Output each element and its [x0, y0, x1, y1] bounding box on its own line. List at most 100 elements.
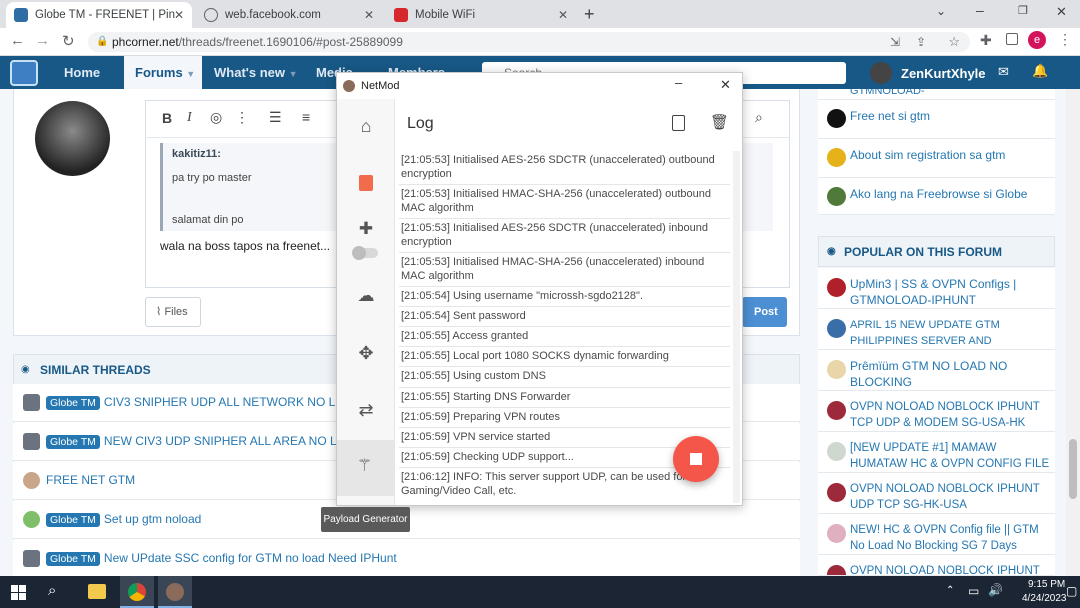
extensions-puzzle-icon[interactable]: ✚ — [980, 32, 992, 49]
restore-window-button[interactable]: ❐ — [1018, 4, 1028, 17]
nav-whats-new[interactable]: What's new ▼ — [214, 56, 298, 89]
attach-files-button[interactable]: ⌇ Files — [145, 297, 201, 327]
page-scrollbar[interactable] — [1066, 89, 1080, 576]
log-entry: [21:05:53] Initialised HMAC-SHA-256 (una… — [399, 253, 730, 287]
log-icon[interactable] — [345, 168, 387, 198]
copy-icon[interactable] — [672, 115, 685, 131]
collapse-icon[interactable]: ◉ — [21, 364, 30, 375]
move-arrows-icon[interactable]: ✥ — [345, 338, 387, 368]
sidebar-thread-title[interactable]: [NEW UPDATE #1] MAMAW HUMATAW HC & OVPN … — [850, 440, 1050, 472]
sidebar-popular-item[interactable]: Prêmïüm GTM NO LOAD NO BLOCKING — [818, 350, 1055, 391]
palette-icon[interactable]: ◎ — [210, 109, 222, 126]
sidebar-thread-title[interactable]: About sim registration sa gtm — [850, 147, 1050, 163]
sidebar-thread-title[interactable]: UpMin3 | SS & OVPN Configs | GTMNOLOAD-I… — [850, 276, 1050, 308]
page-scrollbar-thumb[interactable] — [1069, 439, 1077, 499]
log-scrollbar[interactable] — [733, 151, 740, 503]
home-icon[interactable]: ⌂ — [345, 111, 387, 141]
sidebar-thread-title[interactable]: GTMNOLOAD- — [850, 89, 1050, 99]
magic-wand-icon: ⚚ — [357, 456, 373, 475]
preview-icon[interactable]: ⌕ — [755, 109, 763, 126]
sidebar-latest-item[interactable]: About sim registration sa gtm — [818, 139, 1055, 178]
user-avatar[interactable] — [870, 62, 892, 84]
sidebar-popular-item[interactable]: [NEW UPDATE #1] MAMAW HUMATAW HC & OVPN … — [818, 432, 1055, 473]
inbox-icon[interactable]: ✉ — [998, 64, 1009, 80]
netmod-close-button[interactable]: ✕ — [720, 77, 731, 93]
taskbar-netmod[interactable] — [158, 576, 192, 608]
stop-vpn-button[interactable] — [673, 436, 719, 482]
cloud-icon[interactable]: ☁ — [345, 281, 387, 311]
sidebar-thread-title[interactable]: Free net si gtm — [850, 108, 1050, 124]
clock-time[interactable]: 9:15 PM — [1028, 579, 1065, 590]
similar-thread-row[interactable]: Globe TM New UPdate SSC config for GTM no… — [13, 540, 800, 578]
sidebar-popular-item[interactable]: UpMin3 | SS & OVPN Configs | GTMNOLOAD-I… — [818, 268, 1055, 309]
sidebar-thread-title[interactable]: OVPN NOLOAD NOBLOCK IPHUNT UDP TCP SG-HK… — [850, 481, 1050, 513]
network-icon[interactable]: ▭ — [968, 584, 979, 598]
thread-title[interactable]: NEW CIV3 UDP SNIPHER ALL AREA NO LOAD!! — [104, 434, 369, 448]
toggle-switch[interactable] — [345, 238, 387, 268]
profile-avatar[interactable]: e — [1028, 31, 1046, 49]
volume-icon[interactable]: 🔊 — [988, 583, 1003, 597]
thread-title[interactable]: Set up gtm noload — [104, 512, 201, 526]
popular-heading-title: POPULAR ON THIS FORUM — [844, 245, 1002, 259]
nav-forums[interactable]: Forums ▼ — [124, 56, 202, 89]
close-window-button[interactable]: ✕ — [1056, 4, 1067, 20]
sidebar-thread-title[interactable]: Prêmïüm GTM NO LOAD NO BLOCKING — [850, 358, 1050, 390]
list-icon[interactable]: ☰ — [269, 109, 282, 126]
share-icon[interactable]: ⇪ — [916, 32, 926, 52]
netmod-minimize-button[interactable]: – — [675, 75, 682, 90]
close-tab-icon[interactable]: ✕ — [174, 8, 184, 22]
clock-date[interactable]: 4/24/2023 — [1022, 593, 1067, 604]
italic-icon[interactable]: I — [187, 110, 192, 126]
bookmark-star-icon[interactable]: ☆ — [948, 32, 960, 52]
reload-icon[interactable]: ↻ — [62, 32, 75, 50]
sidebar-thread-title[interactable]: NEW! HC & OVPN Config file || GTM No Loa… — [850, 522, 1050, 554]
search-icon[interactable]: ⌕ — [48, 582, 56, 599]
side-panel-icon[interactable] — [1006, 33, 1018, 45]
more-options-icon[interactable]: ⋮ — [235, 109, 249, 126]
install-app-icon[interactable]: ⇲ — [890, 32, 900, 52]
reply-text[interactable]: wala na boss tapos na freenet... — [160, 239, 330, 253]
repeat-icon[interactable]: ⇄ — [345, 395, 387, 425]
address-bar[interactable]: 🔒 phcorner.net/threads/freenet.1690106/#… — [88, 32, 970, 52]
sidebar-popular-item[interactable]: NEW! HC & OVPN Config file || GTM No Loa… — [818, 514, 1055, 555]
collapse-icon[interactable]: ◉ — [827, 237, 836, 267]
close-tab-icon[interactable]: ✕ — [364, 8, 374, 22]
sidebar-thread-title[interactable]: OVPN NOLOAD NOBLOCK IPHUNT TCP UDP & MOD… — [850, 399, 1050, 431]
chrome-menu-icon[interactable]: ⋮ — [1058, 31, 1072, 48]
file-explorer-icon[interactable] — [88, 584, 106, 599]
sidebar-thread-title[interactable]: OVPN NOLOAD NOBLOCK IPHUNT — [850, 563, 1050, 575]
sidebar-popular-item[interactable]: OVPN NOLOAD NOBLOCK IPHUNT — [818, 555, 1055, 576]
username[interactable]: ZenKurtXhyle — [901, 66, 986, 81]
notification-icon[interactable]: ▢ — [1066, 584, 1077, 598]
sidebar-latest-item[interactable]: Ako lang na Freebrowse si Globe — [818, 178, 1055, 215]
windows-start-icon[interactable] — [11, 585, 26, 600]
nav-home[interactable]: Home — [64, 56, 100, 89]
similar-threads-title: SIMILAR THREADS — [40, 363, 151, 377]
minimize-window-button[interactable]: – — [976, 2, 984, 18]
sidebar-latest-item[interactable]: Free net si gtm — [818, 100, 1055, 139]
sidebar-popular-item[interactable]: OVPN NOLOAD NOBLOCK IPHUNT UDP TCP SG-HK… — [818, 473, 1055, 514]
tab-search-icon[interactable]: ⌄ — [936, 4, 946, 18]
sidebar-popular-item[interactable]: OVPN NOLOAD NOBLOCK IPHUNT TCP UDP & MOD… — [818, 391, 1055, 432]
new-tab-button[interactable]: + — [584, 4, 595, 25]
align-icon[interactable]: ≡ — [302, 109, 310, 125]
browser-tab-mobile-wifi[interactable]: Mobile WiFi ✕ — [386, 2, 576, 28]
sidebar-popular-item[interactable]: APRIL 15 NEW UPDATE GTM PHILIPPINES SERV… — [818, 309, 1055, 363]
site-logo[interactable] — [10, 60, 38, 86]
tray-overflow-icon[interactable]: ⌃ — [946, 585, 954, 596]
bold-icon[interactable]: B — [162, 110, 172, 126]
taskbar-chrome[interactable] — [120, 576, 154, 608]
back-arrow-icon[interactable]: ← — [10, 32, 25, 49]
close-tab-icon[interactable]: ✕ — [558, 8, 568, 22]
payload-generator-item[interactable]: ⚚ — [337, 440, 395, 496]
url-path: /threads/freenet.1690106/#post-25889099 — [178, 35, 403, 49]
post-reply-button[interactable]: Post — [742, 297, 787, 327]
bell-icon[interactable]: 🔔 — [1032, 63, 1048, 79]
thread-title[interactable]: FREE NET GTM — [46, 473, 135, 487]
sidebar-thread-title[interactable]: Ako lang na Freebrowse si Globe — [850, 186, 1050, 202]
browser-tab-phcorner[interactable]: Globe TM - FREENET | Pinoy Inte ✕ — [6, 2, 192, 28]
clear-log-icon[interactable]: 🗑 — [710, 113, 729, 131]
thread-title[interactable]: New UPdate SSC config for GTM no load Ne… — [104, 551, 397, 565]
browser-tab-facebook[interactable]: web.facebook.com ✕ — [196, 2, 382, 28]
forward-arrow-icon[interactable]: → — [35, 32, 50, 49]
